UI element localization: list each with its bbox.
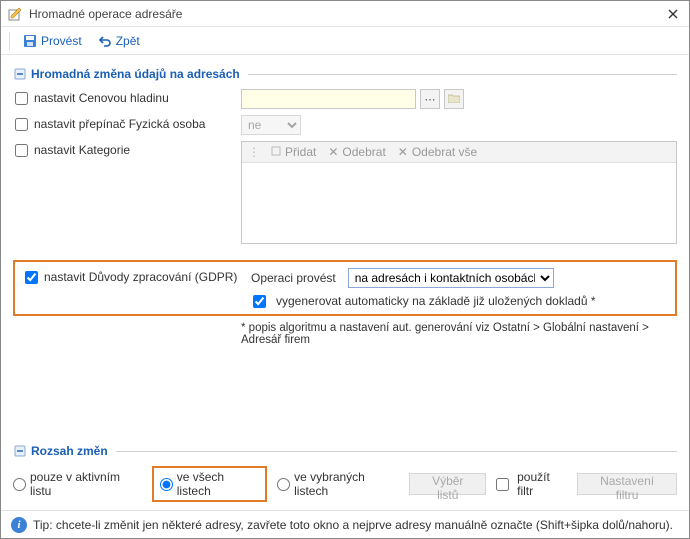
scope-radio-selected-input[interactable] xyxy=(277,478,290,491)
scope-radio-active-input[interactable] xyxy=(13,478,26,491)
titlebar: Hromadné operace adresáře xyxy=(1,1,689,27)
ellipsis-icon: ⋯ xyxy=(425,93,436,106)
cat-remove-button[interactable]: ✕ Odebrat xyxy=(328,145,385,159)
close-button[interactable] xyxy=(663,4,683,24)
section-toggle-icon[interactable] xyxy=(13,444,27,458)
categories-box: ⋮ Přidat ✕ Odebrat ✕ Odebrat vše xyxy=(241,141,677,244)
gdpr-checkbox[interactable] xyxy=(25,271,38,284)
content: Hromadná změna údajů na adresách nastavi… xyxy=(1,55,689,346)
row-categories: nastavit Kategorie ⋮ Přidat ✕ Odebrat xyxy=(13,141,677,244)
x-icon: ✕ xyxy=(398,145,408,159)
tip-text: Tip: chcete-li změnit jen některé adresy… xyxy=(33,518,673,532)
scope-radio-active[interactable]: pouze v aktivním listu xyxy=(13,470,142,498)
scope-radio-all-label: ve všech listech xyxy=(177,470,259,498)
cat-remove-all-button[interactable]: ✕ Odebrat vše xyxy=(398,145,477,159)
section-header-scope: Rozsah změn xyxy=(13,444,677,458)
price-level-browse-button[interactable]: ⋯ xyxy=(420,89,440,109)
phys-person-select[interactable]: ne xyxy=(241,115,301,135)
section-title: Hromadná změna údajů na adresách xyxy=(31,67,240,81)
row-phys-person: nastavit přepínač Fyzická osoba ne xyxy=(13,115,677,135)
gdpr-op-label: Operaci provést xyxy=(251,271,336,285)
scope-row: pouze v aktivním listu ve všech listech … xyxy=(13,466,677,502)
section-scope: Rozsah změn pouze v aktivním listu ve vš… xyxy=(13,440,677,502)
run-button[interactable]: Provést xyxy=(16,31,89,51)
row-gdpr: nastavit Důvody zpracování (GDPR) Operac… xyxy=(23,268,667,288)
x-icon: ✕ xyxy=(328,145,338,159)
filter-group: použít filtr Nastavení filtru xyxy=(496,470,677,498)
tipbar: i Tip: chcete-li změnit jen některé adre… xyxy=(1,510,689,538)
section-rule xyxy=(116,451,677,452)
cat-add-button[interactable]: Přidat xyxy=(271,145,316,159)
filter-settings-button[interactable]: Nastavení filtru xyxy=(577,473,677,495)
section-toggle-icon[interactable] xyxy=(13,67,27,81)
gdpr-note: * popis algoritmu a nastavení aut. gener… xyxy=(13,322,677,346)
scope-radio-selected-label: ve vybraných listech xyxy=(294,470,399,498)
window-title: Hromadné operace adresáře xyxy=(29,7,663,21)
row-price-level: nastavit Cenovou hladinu ⋯ xyxy=(13,89,677,109)
cat-remove-all-label: Odebrat vše xyxy=(412,145,477,159)
price-level-open-button[interactable] xyxy=(444,89,464,109)
use-filter-label: použít filtr xyxy=(517,470,567,498)
undo-label: Zpět xyxy=(116,34,140,48)
gdpr-label: nastavit Důvody zpracování (GDPR) xyxy=(44,270,237,284)
scope-title: Rozsah změn xyxy=(31,444,108,458)
phys-person-checkbox[interactable] xyxy=(15,118,28,131)
pick-sheets-button[interactable]: Výběr listů xyxy=(409,473,486,495)
toolbar: Provést Zpět xyxy=(1,27,689,55)
use-filter-checkbox-wrap[interactable]: použít filtr xyxy=(496,470,567,498)
categories-toolbar: ⋮ Přidat ✕ Odebrat ✕ Odebrat vše xyxy=(242,142,676,163)
gdpr-op-select[interactable]: na adresách i kontaktních osobách xyxy=(348,268,554,288)
scope-radio-selected[interactable]: ve vybraných listech xyxy=(277,470,399,498)
scope-radio-all-highlight: ve všech listech xyxy=(152,466,267,502)
phys-person-label: nastavit přepínač Fyzická osoba xyxy=(34,117,205,131)
grip-icon: ⋮ xyxy=(248,145,259,159)
disk-icon xyxy=(23,34,37,48)
undo-button[interactable]: Zpět xyxy=(91,31,147,51)
undo-icon xyxy=(98,34,112,48)
cat-add-label: Přidat xyxy=(285,145,316,159)
use-filter-checkbox[interactable] xyxy=(496,478,509,491)
scope-radio-all-input[interactable] xyxy=(160,478,173,491)
gdpr-highlight: nastavit Důvody zpracování (GDPR) Operac… xyxy=(13,260,677,316)
price-level-label: nastavit Cenovou hladinu xyxy=(34,91,169,105)
row-gdpr-auto: vygenerovat automaticky na základě již u… xyxy=(23,294,667,308)
scope-radio-all[interactable]: ve všech listech xyxy=(160,470,259,498)
info-icon: i xyxy=(11,517,27,533)
gdpr-auto-checkbox[interactable] xyxy=(253,295,266,308)
section-header-bulk-change: Hromadná změna údajů na adresách xyxy=(13,67,677,81)
cat-remove-label: Odebrat xyxy=(342,145,385,159)
categories-checkbox[interactable] xyxy=(15,144,28,157)
gdpr-auto-label: vygenerovat automaticky na základě již u… xyxy=(276,294,596,308)
folder-icon xyxy=(448,93,460,106)
price-level-input[interactable] xyxy=(241,89,416,109)
categories-list-area xyxy=(242,163,676,243)
run-label: Provést xyxy=(41,34,82,48)
plus-icon xyxy=(271,145,281,159)
price-level-checkbox[interactable] xyxy=(15,92,28,105)
categories-label: nastavit Kategorie xyxy=(34,143,130,157)
section-rule xyxy=(248,74,677,75)
toolbar-separator xyxy=(9,32,10,50)
app-icon xyxy=(7,6,23,22)
scope-radio-active-label: pouze v aktivním listu xyxy=(30,470,142,498)
